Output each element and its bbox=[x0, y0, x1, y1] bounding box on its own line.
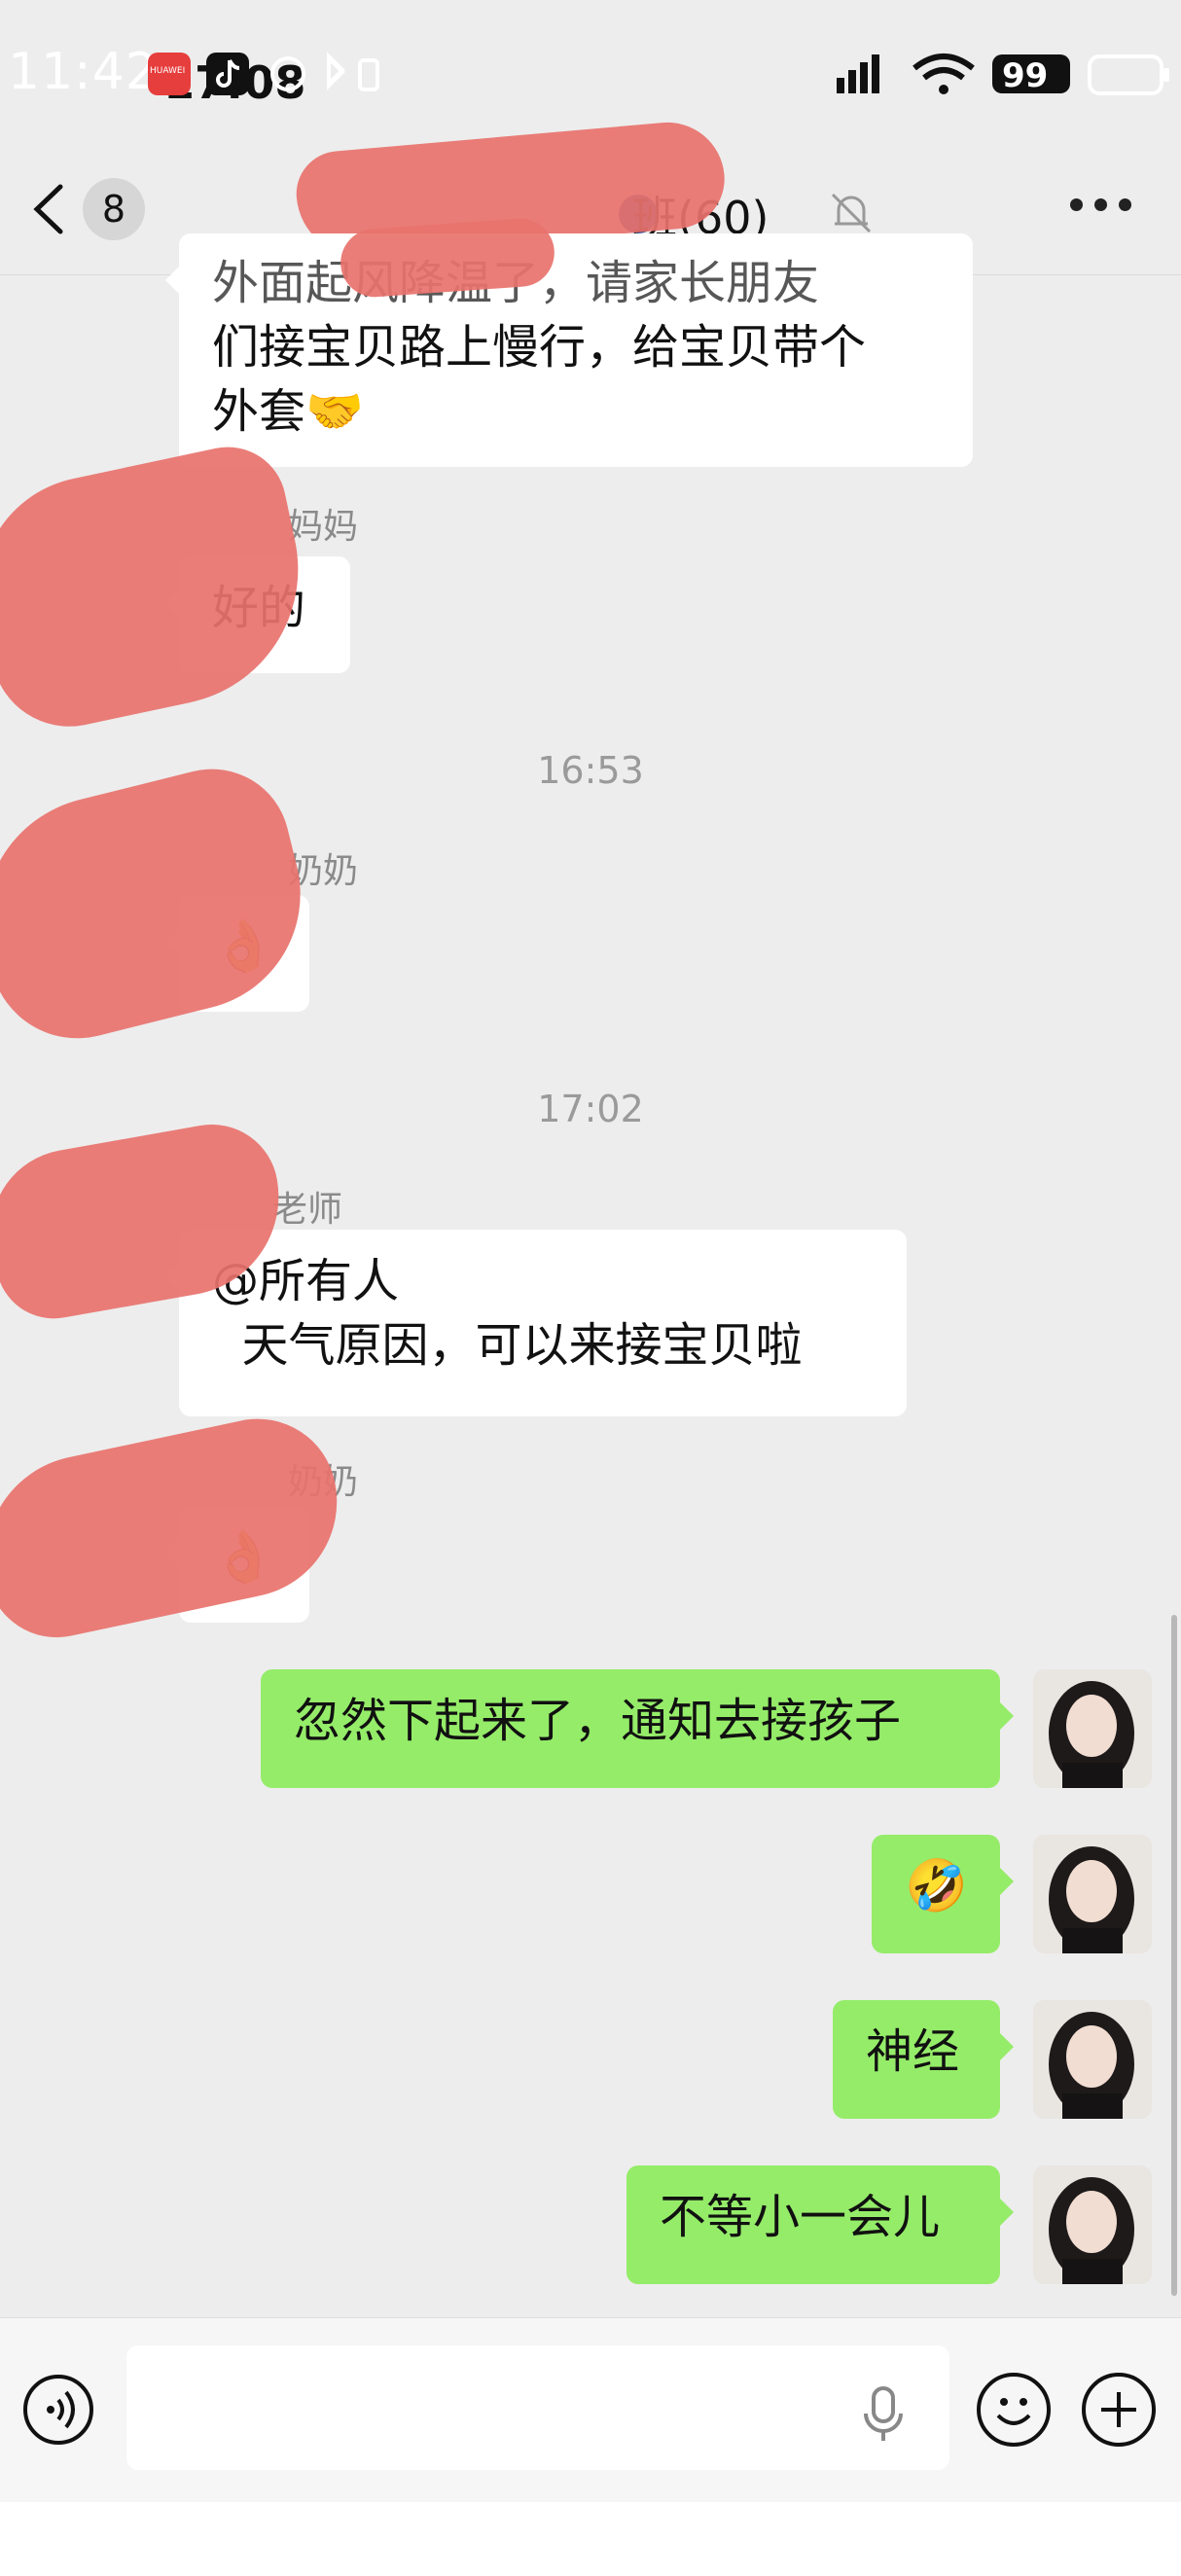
avatar[interactable] bbox=[1033, 1835, 1152, 1953]
redaction-mark bbox=[0, 436, 324, 741]
avatar[interactable] bbox=[1033, 2165, 1152, 2284]
message-bubble[interactable]: @所有人 天气原因，可以来接宝贝啦 bbox=[165, 1230, 907, 1416]
battery-icon bbox=[1088, 54, 1169, 95]
mic-icon[interactable] bbox=[862, 2384, 905, 2443]
battery-level: 99 bbox=[1002, 56, 1049, 95]
message-line: @所有人 bbox=[212, 1254, 400, 1308]
message-bubble-mine[interactable]: 不等小一会儿 bbox=[626, 2165, 1014, 2284]
huawei-label: HUAWEI bbox=[150, 66, 186, 76]
message-line: 外套🤝 bbox=[212, 384, 364, 439]
back-button[interactable]: 8 bbox=[29, 175, 165, 243]
status-time: 11:42 bbox=[8, 43, 159, 101]
timestamp: 17:02 bbox=[537, 1088, 644, 1130]
unread-badge: 8 bbox=[83, 178, 145, 240]
message-line: 外面起风降温了，请家长朋友 bbox=[212, 251, 940, 315]
message-line: 天气原因，可以来接宝贝啦 bbox=[212, 1318, 803, 1373]
rolling-laughing-emoji: 🤣 bbox=[905, 1857, 968, 1915]
message-bubble-mine[interactable]: 神经 bbox=[833, 2000, 1014, 2119]
message-line: 们接宝贝路上慢行，给宝贝带个 bbox=[212, 320, 867, 375]
sender-name: 妈妈 bbox=[288, 507, 359, 547]
avatar[interactable] bbox=[1033, 2000, 1152, 2119]
scrollbar[interactable] bbox=[1171, 1615, 1177, 2296]
back-arrow-icon bbox=[33, 184, 63, 234]
message-text: 不等小一会儿 bbox=[660, 2190, 941, 2244]
input-bar bbox=[0, 2317, 1181, 2503]
emoji-icon[interactable] bbox=[977, 2373, 1051, 2447]
huawei-appgallery-icon: HUAWEI bbox=[148, 53, 191, 95]
message-bubble-mine[interactable]: 忽然下起来了，通知去接孩子 bbox=[261, 1669, 1014, 1788]
message-text: 神经 bbox=[866, 2024, 960, 2079]
avatar[interactable] bbox=[1033, 1669, 1152, 1788]
mute-bell-icon bbox=[831, 193, 872, 233]
message-input[interactable] bbox=[126, 2345, 949, 2470]
voice-icon[interactable] bbox=[23, 2375, 93, 2445]
tiktok-icon bbox=[206, 53, 249, 95]
status-bar: 17:08 11:42 HUAWEI 99 bbox=[0, 0, 1181, 146]
sender-name: 老师 bbox=[272, 1190, 343, 1230]
message-bubble-mine[interactable]: 🤣 bbox=[872, 1835, 1014, 1953]
alarm-bluetooth-battery-icons bbox=[270, 52, 379, 91]
message-text: 忽然下起来了，通知去接孩子 bbox=[294, 1694, 902, 1748]
home-indicator-area bbox=[0, 2502, 1181, 2576]
plus-icon[interactable] bbox=[1082, 2373, 1156, 2447]
more-icon[interactable] bbox=[1070, 198, 1132, 214]
message-bubble[interactable]: 外面起风降温了，请家长朋友 们接宝贝路上慢行，给宝贝带个 外套🤝 bbox=[165, 233, 973, 467]
